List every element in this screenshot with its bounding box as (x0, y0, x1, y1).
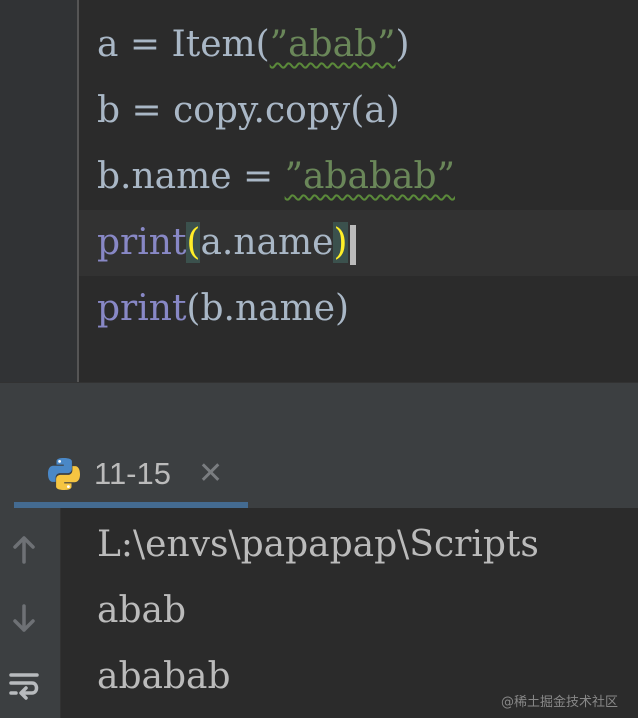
python-icon (46, 456, 82, 492)
code-line-4[interactable]: print(a.name) (97, 210, 356, 276)
run-tab[interactable]: 11-15 ✕ (14, 442, 248, 508)
code-editor[interactable]: a = Item(”abab”) b = copy.copy(a) b.name… (0, 0, 638, 382)
text-caret (349, 225, 356, 265)
code-token: a = Item( (97, 24, 270, 65)
code-token: a.name (200, 222, 334, 263)
arrow-up-icon[interactable] (8, 534, 40, 566)
code-token: (b.name) (186, 288, 350, 329)
console-line: abab (97, 590, 187, 631)
console-line: ababab (97, 656, 231, 697)
console-line: L:\envs\papapap\Scripts (97, 524, 539, 565)
code-line-1[interactable]: a = Item(”abab”) (97, 12, 410, 78)
code-token: b = copy.copy(a) (97, 90, 400, 131)
string-literal: ”abab” (269, 24, 396, 65)
matched-brace: ) (333, 222, 348, 263)
close-icon[interactable]: ✕ (198, 454, 223, 494)
console-toolbar (0, 508, 61, 718)
code-line-3[interactable]: b.name = ”ababab” (97, 144, 455, 210)
code-line-5[interactable]: print(b.name) (97, 276, 349, 342)
builtin-function: print (97, 288, 187, 329)
arrow-down-icon[interactable] (8, 602, 40, 634)
code-token: b.name = (97, 156, 285, 197)
run-console[interactable]: L:\envs\papapap\Scripts abab ababab @稀土掘… (0, 508, 638, 718)
matched-brace: ( (186, 222, 201, 263)
code-token: ) (395, 24, 410, 65)
code-line-2[interactable]: b = copy.copy(a) (97, 78, 400, 144)
builtin-function: print (97, 222, 187, 263)
string-literal: ”ababab” (284, 156, 455, 197)
run-tab-strip: 11-15 ✕ (0, 442, 638, 508)
run-tab-label: 11-15 (94, 456, 171, 491)
panel-separator (0, 382, 638, 443)
gutter-divider (77, 0, 79, 382)
watermark: @稀土掘金技术社区 (500, 695, 618, 710)
soft-wrap-icon[interactable] (8, 670, 40, 702)
editor-gutter (0, 0, 77, 382)
